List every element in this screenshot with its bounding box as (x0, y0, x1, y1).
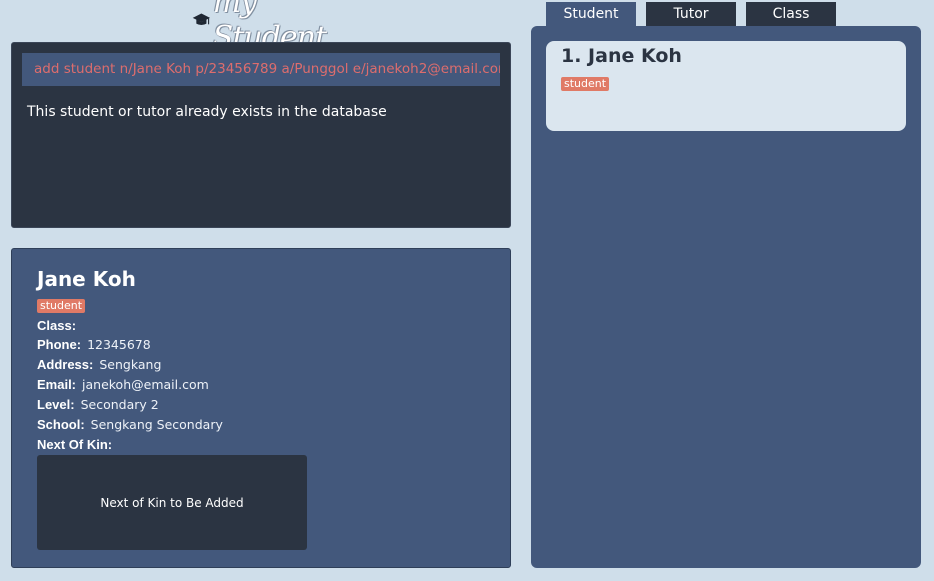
list-item-title: 1. Jane Koh (561, 45, 682, 67)
tab-student[interactable]: Student (546, 2, 636, 26)
next-of-kin-box: Next of Kin to Be Added (37, 455, 307, 550)
command-panel: add student n/Jane Koh p/23456789 a/Pung… (11, 42, 511, 228)
address-label: Address: (37, 356, 94, 372)
app-logo: my Student (192, 0, 332, 55)
list-item[interactable]: 1. Jane Koh student (546, 41, 906, 131)
graduation-cap-icon (192, 13, 211, 26)
class-label: Class: (37, 317, 77, 333)
detail-tag: student (37, 299, 86, 313)
email-value: janekoh@email.com (82, 376, 209, 392)
email-field: Email: janekoh@email.com (37, 374, 209, 394)
phone-label: Phone: (37, 336, 82, 352)
phone-field: Phone: 12345678 (37, 334, 151, 354)
tab-tutor[interactable]: Tutor (646, 2, 736, 26)
class-field: Class: (37, 315, 82, 335)
list-item-tag: student (561, 77, 610, 91)
level-label: Level: (37, 396, 75, 412)
school-field: School: Sengkang Secondary (37, 414, 223, 434)
student-detail-panel: Jane Koh student Class: Phone: 12345678 … (11, 248, 511, 568)
kin-field: Next Of Kin: (37, 434, 118, 454)
phone-value: 12345678 (87, 336, 151, 352)
level-field: Level: Secondary 2 (37, 394, 159, 414)
student-list-panel: 1. Jane Koh student (531, 26, 921, 568)
kin-label: Next Of Kin: (37, 436, 113, 452)
detail-name: Jane Koh (37, 267, 136, 291)
result-message: This student or tutor already exists in … (27, 104, 387, 120)
command-input[interactable]: add student n/Jane Koh p/23456789 a/Pung… (22, 53, 500, 86)
email-label: Email: (37, 376, 77, 392)
school-label: School: (37, 416, 85, 432)
school-value: Sengkang Secondary (90, 416, 223, 432)
level-value: Secondary 2 (80, 396, 159, 412)
kin-placeholder: Next of Kin to Be Added (100, 495, 244, 510)
tab-class[interactable]: Class (746, 2, 836, 26)
address-field: Address: Sengkang (37, 354, 161, 374)
address-value: Sengkang (99, 356, 162, 372)
